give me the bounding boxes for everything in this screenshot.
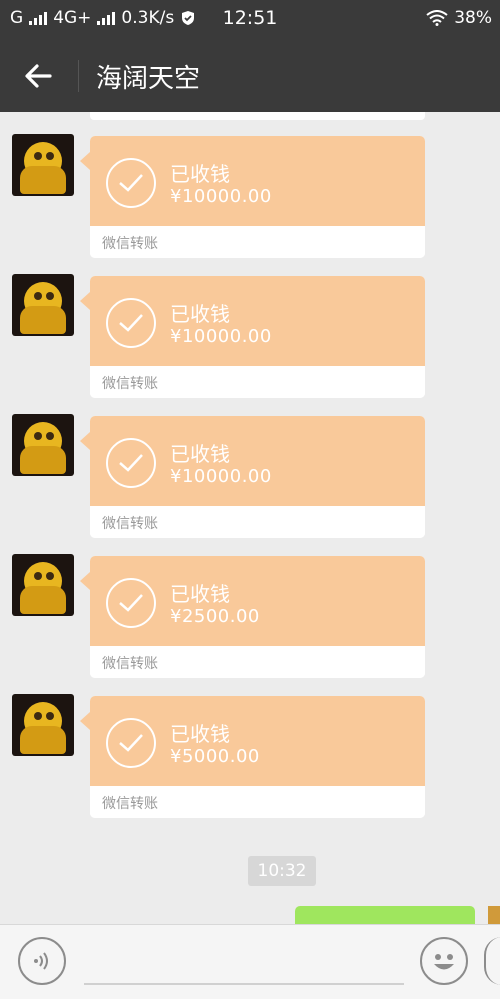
transfer-source: 微信转账 [102,796,158,812]
transfer-amount: ¥5000.00 [170,746,260,767]
transfer-source: 微信转账 [102,516,158,532]
avatar[interactable] [12,274,74,336]
transfer-amount: ¥10000.00 [170,326,272,347]
arrow-left-icon [25,64,52,88]
check-circle-icon [106,718,156,768]
chat-area[interactable]: 已收钱 ¥10000.00 微信转账 已收钱 ¥10000.00 微信转账 已收… [0,112,500,924]
status-bar: G 4G+ 0.3K/s 12:51 38% [0,0,500,38]
bubble-pointer [80,432,90,450]
wifi-icon [426,10,448,26]
transfer-amount: ¥10000.00 [170,466,272,487]
transfer-status: 已收钱 [170,162,230,186]
bubble-pointer [80,572,90,590]
input-bar [0,924,500,999]
transfer-source: 微信转账 [102,376,158,392]
check-circle-icon [106,438,156,488]
chat-header: 海阔天空 [0,38,500,112]
back-button[interactable] [18,54,62,98]
message-timestamp: 10:32 [248,856,316,886]
transfer-message: 已收钱 ¥2500.00 微信转账 [0,532,500,678]
transfer-status: 已收钱 [170,302,230,326]
transfer-status: 已收钱 [170,582,230,606]
avatar[interactable] [12,554,74,616]
transfer-status: 已收钱 [170,442,230,466]
avatar[interactable] [12,134,74,196]
more-button[interactable] [484,937,500,985]
emoji-button[interactable] [420,937,468,985]
sent-message-bubble[interactable] [295,906,475,924]
transfer-message: 已收钱 ¥5000.00 微信转账 [0,672,500,818]
transfer-card[interactable]: 已收钱 ¥2500.00 微信转账 [90,556,425,678]
chat-title: 海阔天空 [96,64,201,94]
transfer-source: 微信转账 [102,236,158,252]
voice-button[interactable] [18,937,66,985]
transfer-message: 已收钱 ¥10000.00 微信转账 [0,252,500,398]
transfer-card[interactable]: 已收钱 ¥10000.00 微信转账 [90,276,425,398]
bubble-pointer [80,152,90,170]
avatar[interactable] [12,414,74,476]
transfer-amount: ¥10000.00 [170,186,272,207]
message-input[interactable] [84,983,404,985]
bubble-pointer [80,292,90,310]
transfer-card[interactable]: 已收钱 ¥5000.00 微信转账 [90,696,425,818]
transfer-message: 已收钱 ¥10000.00 微信转账 [0,392,500,538]
clock: 12:51 [222,7,278,29]
bubble-pointer [80,712,90,730]
transfer-card[interactable]: 已收钱 ¥10000.00 微信转账 [90,136,425,258]
transfer-card[interactable]: 已收钱 ¥10000.00 微信转账 [90,416,425,538]
check-circle-icon [106,578,156,628]
my-avatar[interactable] [488,906,500,924]
battery-label: 38% [454,8,492,28]
emoji-icon [434,954,454,970]
check-circle-icon [106,158,156,208]
check-circle-icon [106,298,156,348]
transfer-amount: ¥2500.00 [170,606,260,627]
voice-icon [34,952,48,970]
transfer-message: 已收钱 ¥10000.00 微信转账 [0,112,500,258]
header-divider [78,60,79,92]
transfer-status: 已收钱 [170,722,230,746]
transfer-source: 微信转账 [102,656,158,672]
avatar[interactable] [12,694,74,756]
